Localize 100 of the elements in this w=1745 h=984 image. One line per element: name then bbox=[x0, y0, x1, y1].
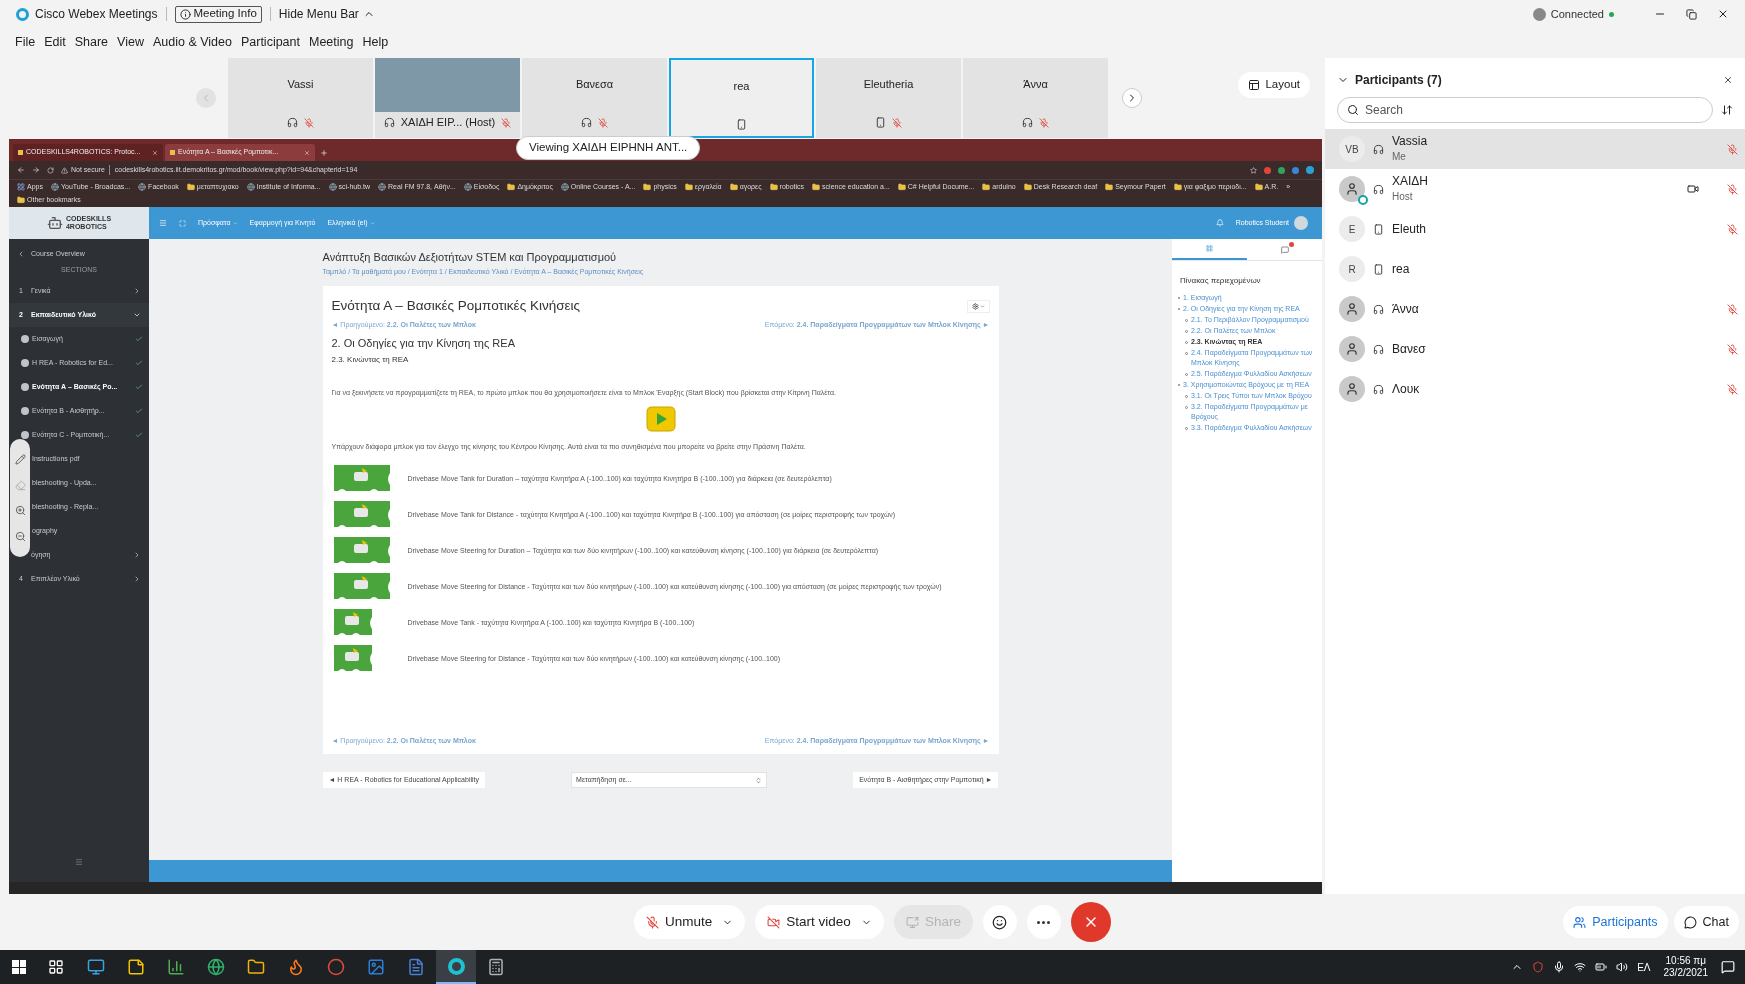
clock-time[interactable]: 10:56 πμ bbox=[1665, 955, 1706, 967]
participant-row[interactable]: Βανεσ bbox=[1325, 329, 1745, 369]
headset-icon bbox=[1373, 383, 1384, 395]
participant-tile[interactable]: ΧΑΙΔΗ ΕΙΡ... (Host) bbox=[375, 57, 520, 138]
search-field[interactable]: Search bbox=[1337, 97, 1713, 123]
task-view-icon[interactable] bbox=[48, 959, 64, 975]
next-button[interactable] bbox=[1122, 87, 1142, 108]
info-icon bbox=[179, 8, 191, 20]
participant-role: Host bbox=[1392, 190, 1414, 204]
connection-status: Connected bbox=[1550, 6, 1604, 22]
clock-date[interactable]: 23/2/2021 bbox=[1663, 967, 1708, 979]
menu-item[interactable]: Help bbox=[362, 32, 389, 52]
mic-icon[interactable] bbox=[1553, 961, 1566, 973]
shield-icon[interactable] bbox=[1532, 961, 1545, 973]
muted-mic-icon bbox=[646, 915, 660, 929]
close-tab-icon[interactable] bbox=[152, 149, 158, 156]
apps-grid-icon bbox=[17, 183, 25, 192]
folder-icon bbox=[1023, 183, 1032, 192]
participant-row[interactable]: R rea bbox=[1325, 249, 1745, 289]
windows-start-icon[interactable] bbox=[12, 960, 26, 974]
menu-item[interactable]: Participant bbox=[240, 32, 300, 52]
participant-name: ΧΑΙΔΗ ΕΙΡ... (Host) bbox=[400, 115, 496, 131]
page-heading: Ενότητα Α – Βασικές Ρομποτικές Κινήσεις bbox=[331, 297, 580, 315]
menu-item[interactable]: Share bbox=[74, 32, 109, 52]
zoom-in-icon[interactable] bbox=[14, 505, 26, 517]
control-button[interactable]: Unmute bbox=[634, 905, 746, 939]
reload-icon[interactable] bbox=[47, 166, 54, 174]
meeting-info-button[interactable]: Meeting Info bbox=[174, 5, 262, 23]
forward-icon[interactable] bbox=[32, 166, 40, 174]
panel-toggle-button[interactable]: Participants bbox=[1563, 906, 1668, 938]
globe-icon bbox=[138, 183, 147, 192]
profile-avatar[interactable] bbox=[1306, 166, 1314, 174]
reactions-button[interactable] bbox=[982, 905, 1017, 939]
folder-icon bbox=[17, 195, 25, 204]
participant-tile[interactable]: Vassi bbox=[228, 57, 373, 138]
globe-icon bbox=[207, 958, 225, 976]
folder-icon bbox=[729, 183, 738, 192]
close-icon[interactable] bbox=[1723, 75, 1733, 85]
participant-row[interactable]: Άννα bbox=[1325, 289, 1745, 329]
participant-name: Άννα bbox=[1392, 301, 1420, 317]
grid-icon bbox=[1206, 245, 1213, 252]
menu-item[interactable]: File bbox=[15, 32, 36, 52]
participant-row[interactable]: ΧΑΙΔΗ Host bbox=[1325, 169, 1745, 209]
globe-icon bbox=[560, 183, 569, 192]
participant-name: ΧΑΙΔΗ bbox=[1392, 174, 1430, 189]
new-tab-icon[interactable] bbox=[320, 149, 328, 157]
participant-row[interactable]: E Eleuth bbox=[1325, 209, 1745, 249]
app-title: Cisco Webex Meetings bbox=[35, 6, 158, 23]
webex-logo-icon bbox=[447, 957, 465, 975]
puzzle-block-drawing bbox=[331, 609, 374, 638]
close-icon[interactable] bbox=[1717, 8, 1729, 20]
back-icon[interactable] bbox=[17, 166, 25, 174]
zoom-out-icon[interactable] bbox=[14, 530, 26, 542]
folder-icon bbox=[684, 183, 693, 192]
avatar-initials: VB bbox=[1339, 136, 1365, 162]
participant-name: Λουκ bbox=[1392, 381, 1421, 397]
menu-item[interactable]: Audio & Video bbox=[152, 32, 232, 52]
toc-title: Πίνακας περιεχομένων bbox=[1179, 275, 1262, 287]
headset-icon bbox=[1373, 303, 1384, 315]
panel-toggle-button[interactable]: Chat bbox=[1673, 906, 1739, 938]
panel-title: Participants (7) bbox=[1355, 72, 1443, 89]
participant-name: rea bbox=[1392, 261, 1411, 277]
control-button[interactable]: Start video bbox=[755, 905, 884, 939]
subchapter-heading: 2.3. Κινώντας τη REA bbox=[331, 354, 410, 367]
person-icon bbox=[1345, 382, 1359, 396]
notifications-icon[interactable] bbox=[1721, 960, 1735, 974]
participant-tile[interactable]: Eleutheria bbox=[816, 57, 961, 138]
settings-dropdown[interactable] bbox=[966, 299, 990, 313]
layout-button[interactable]: Layout bbox=[1238, 72, 1310, 98]
globe-icon bbox=[328, 183, 337, 192]
close-tab-icon[interactable] bbox=[304, 149, 310, 156]
person-icon bbox=[1345, 182, 1359, 196]
sort-icon[interactable] bbox=[1721, 104, 1733, 116]
network-icon[interactable] bbox=[1574, 961, 1587, 973]
taskbar-app-button[interactable] bbox=[436, 950, 476, 984]
participant-row[interactable]: Λουκ bbox=[1325, 369, 1745, 409]
menu-item[interactable]: Edit bbox=[44, 32, 66, 52]
restore-icon[interactable] bbox=[1686, 8, 1697, 20]
share-screen-icon bbox=[905, 915, 919, 929]
volume-icon[interactable] bbox=[1616, 961, 1629, 973]
battery-icon[interactable] bbox=[1595, 961, 1608, 973]
activity-icon bbox=[21, 407, 29, 415]
participant-tile[interactable]: rea bbox=[669, 57, 814, 138]
pen-icon[interactable] bbox=[14, 454, 26, 466]
people-icon bbox=[1573, 915, 1587, 929]
bookmark-star-icon[interactable] bbox=[1250, 166, 1257, 174]
more-button[interactable] bbox=[1026, 905, 1061, 939]
participant-name: Vassi bbox=[287, 77, 314, 93]
leave-meeting-button[interactable] bbox=[1070, 902, 1111, 942]
menu-item[interactable]: Meeting bbox=[309, 32, 354, 52]
menu-item[interactable]: View bbox=[117, 32, 144, 52]
chat-icon bbox=[1280, 245, 1289, 254]
participant-tile[interactable]: Βανεσα bbox=[522, 57, 667, 138]
chevron-left-icon bbox=[17, 250, 25, 258]
input-language[interactable]: ΕΛ bbox=[1637, 959, 1651, 975]
participant-tile[interactable]: Άννα bbox=[963, 57, 1108, 138]
headset-icon bbox=[287, 117, 298, 128]
folder-icon bbox=[812, 183, 821, 192]
hide-menu-bar-button[interactable]: Hide Menu Bar bbox=[278, 5, 375, 23]
participant-row[interactable]: VB Vassia Me bbox=[1325, 129, 1745, 169]
